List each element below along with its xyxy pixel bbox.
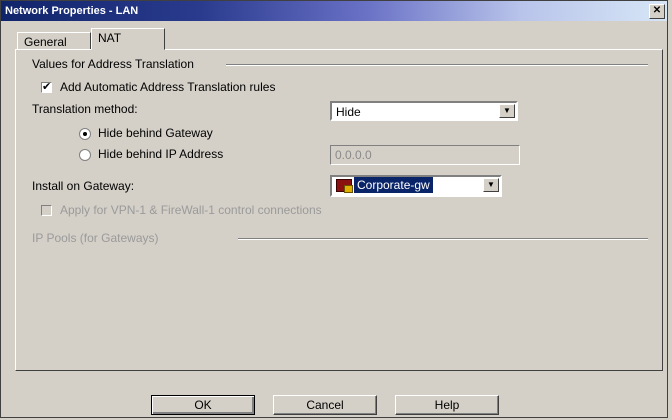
translation-method-select[interactable]: Hide ▼ <box>330 101 518 121</box>
ok-button-label: OK <box>194 398 212 412</box>
dialog-window: Network Properties - LAN ✕ General NAT V… <box>0 0 668 418</box>
auto-rules-checkbox[interactable]: ✔ <box>41 82 52 93</box>
cancel-button-label: Cancel <box>306 398 344 412</box>
lock-icon <box>344 185 353 193</box>
hide-gateway-label: Hide behind Gateway <box>98 126 213 140</box>
title-bar[interactable]: Network Properties - LAN ✕ <box>1 1 667 21</box>
hide-ip-label: Hide behind IP Address <box>98 147 224 161</box>
radio-hide-ip[interactable] <box>79 149 91 161</box>
radio-selected-dot <box>83 132 87 136</box>
radio-hide-gateway[interactable] <box>79 128 91 140</box>
install-gateway-value: Corporate-gw <box>354 177 433 193</box>
tab-nat[interactable]: NAT <box>91 28 165 50</box>
translation-method-value: Hide <box>336 105 361 119</box>
install-gateway-label: Install on Gateway: <box>32 179 135 193</box>
gateway-icon <box>336 179 353 193</box>
install-gateway-select[interactable]: Corporate-gw ▼ <box>330 175 502 197</box>
apply-vpn-checkbox[interactable] <box>41 205 52 216</box>
help-button[interactable]: Help <box>395 395 499 415</box>
tab-nat-label: NAT <box>98 31 122 45</box>
apply-vpn-label: Apply for VPN-1 & FireWall-1 control con… <box>60 203 322 217</box>
auto-rules-label: Add Automatic Address Translation rules <box>60 80 276 94</box>
checkmark-icon: ✔ <box>42 81 52 93</box>
tab-general[interactable]: General <box>17 32 91 50</box>
group-divider <box>226 64 648 66</box>
ip-address-field: 0.0.0.0 <box>330 145 520 165</box>
tab-general-label: General <box>24 35 67 49</box>
close-icon[interactable]: ✕ <box>649 4 665 19</box>
chevron-down-icon[interactable]: ▼ <box>483 178 499 192</box>
help-button-label: Help <box>434 398 460 412</box>
window-title: Network Properties - LAN <box>5 5 139 17</box>
translation-method-label: Translation method: <box>32 102 138 116</box>
ip-pools-title: IP Pools (for Gateways) <box>32 231 159 245</box>
group-title-values: Values for Address Translation <box>32 57 194 71</box>
cancel-button[interactable]: Cancel <box>273 395 377 415</box>
nat-panel: Values for Address Translation ✔ Add Aut… <box>15 49 663 371</box>
chevron-down-icon[interactable]: ▼ <box>499 104 515 118</box>
ip-pools-divider <box>238 238 648 240</box>
ok-button[interactable]: OK <box>151 395 255 415</box>
ip-address-value: 0.0.0.0 <box>335 148 372 162</box>
